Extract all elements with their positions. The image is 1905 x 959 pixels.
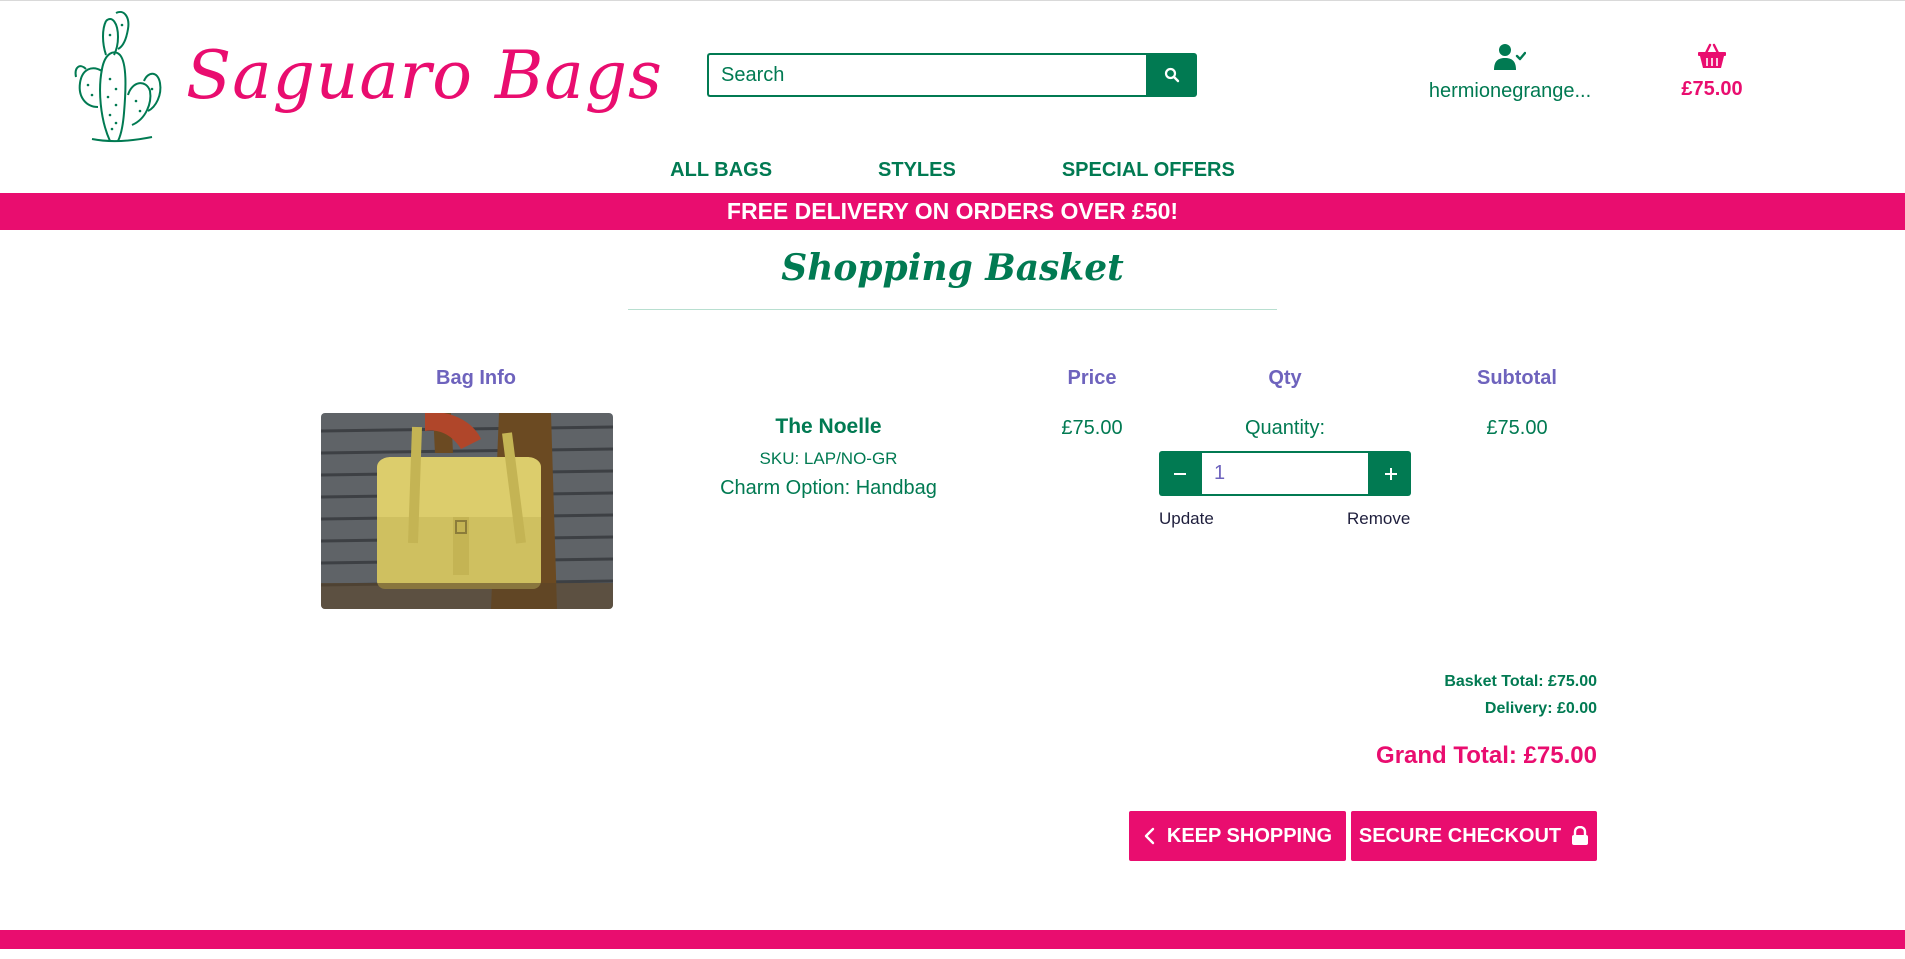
secure-checkout-button[interactable]: SECURE CHECKOUT: [1351, 811, 1597, 861]
product-name: The Noelle: [775, 415, 882, 438]
site-logo[interactable]: Saguaro Bags: [72, 9, 663, 143]
account-name: hermionegrange...: [1428, 80, 1592, 102]
search-form: [707, 53, 1197, 97]
delivery-line: Delivery: £0.00: [1484, 700, 1597, 717]
main-nav: ALL BAGS STYLES SPECIAL OFFERS: [0, 159, 1905, 182]
product-sku: SKU: LAP/NO-GR: [759, 449, 898, 468]
header-qty: Qty: [1268, 367, 1302, 389]
logo-wordmark: Saguaro Bags: [186, 37, 663, 114]
minus-icon: [1173, 472, 1186, 475]
title-divider: [628, 309, 1277, 310]
decrement-button[interactable]: [1159, 451, 1200, 496]
site-header: Saguaro Bags hermionegrange... £75.00 AL…: [0, 1, 1905, 193]
quantity-stepper: [1159, 451, 1411, 496]
update-link[interactable]: Update: [1159, 509, 1214, 529]
bag-photo: [321, 413, 613, 609]
basket-total: £75.00: [1681, 78, 1743, 100]
quantity-input[interactable]: [1200, 451, 1370, 496]
user-check-icon: [1494, 44, 1527, 70]
lock-icon: [1572, 826, 1589, 845]
basket-total-line: Basket Total: £75.00: [1444, 673, 1597, 690]
keep-shopping-label: KEEP SHOPPING: [1166, 824, 1333, 847]
header-bag-info: Bag Info: [436, 367, 516, 389]
nav-item-special-offers[interactable]: SPECIAL OFFERS: [1062, 159, 1235, 182]
grand-total: Grand Total: £75.00: [1376, 742, 1597, 769]
nav-item-all-bags[interactable]: ALL BAGS: [670, 159, 772, 182]
header-price: Price: [1067, 367, 1117, 389]
product-charm-option: Charm Option: Handbag: [720, 477, 937, 499]
nav-item-styles[interactable]: STYLES: [878, 159, 956, 182]
chevron-left-icon: [1144, 827, 1155, 845]
account-link[interactable]: hermionegrange...: [1426, 43, 1594, 103]
shopping-basket-icon: [1698, 43, 1726, 68]
page-title: Shopping Basket: [781, 247, 1124, 289]
product-image[interactable]: [321, 413, 613, 609]
product-info: The Noelle SKU: LAP/NO-GR Charm Option: …: [680, 415, 977, 500]
search-input[interactable]: [707, 53, 1146, 97]
increment-button[interactable]: [1370, 451, 1411, 496]
keep-shopping-button[interactable]: KEEP SHOPPING: [1129, 811, 1346, 861]
secure-checkout-label: SECURE CHECKOUT: [1358, 824, 1562, 847]
search-icon: [1164, 67, 1179, 83]
plus-icon: [1384, 467, 1397, 480]
product-subtotal: £75.00: [1486, 417, 1548, 439]
header-subtotal: Subtotal: [1477, 367, 1557, 389]
basket-totals: Basket Total: £75.00 Delivery: £0.00: [1444, 673, 1597, 727]
search-button[interactable]: [1146, 53, 1197, 97]
product-price: £75.00: [1061, 417, 1123, 439]
quantity-label: Quantity:: [1244, 417, 1326, 439]
cactus-logo-icon: [74, 11, 162, 143]
basket-link[interactable]: £75.00: [1670, 43, 1754, 101]
footer-bar: [0, 930, 1905, 949]
remove-link[interactable]: Remove: [1347, 509, 1410, 529]
delivery-banner: FREE DELIVERY ON ORDERS OVER £50!: [0, 193, 1905, 230]
